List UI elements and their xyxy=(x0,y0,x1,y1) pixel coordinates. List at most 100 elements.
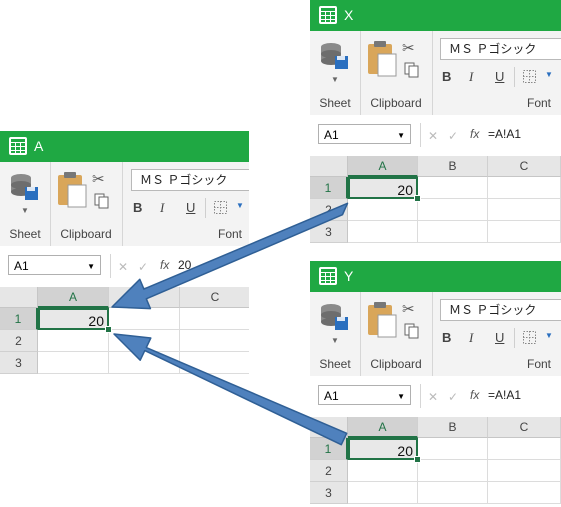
paste-icon[interactable] xyxy=(366,40,398,80)
enter-icon[interactable]: ✓ xyxy=(448,390,458,404)
insert-function-icon[interactable]: fx xyxy=(160,258,169,272)
chevron-down-icon[interactable]: ▼ xyxy=(331,336,339,345)
column-header-a[interactable]: A xyxy=(348,156,418,177)
cell-b2[interactable] xyxy=(109,330,180,352)
font-name-box[interactable]: ＭＳ Ｐゴシック xyxy=(440,299,561,321)
cell-c2[interactable] xyxy=(488,460,561,482)
row-header-3[interactable]: 3 xyxy=(310,482,348,504)
cell-c2[interactable] xyxy=(180,330,249,352)
cell-a1[interactable]: 20 xyxy=(348,438,418,460)
row-header-3[interactable]: 3 xyxy=(310,221,348,243)
underline-button[interactable]: U xyxy=(495,330,504,345)
borders-dropdown-icon[interactable]: ▼ xyxy=(545,331,553,340)
scissors-icon[interactable]: ✂ xyxy=(402,39,415,57)
cell-c1[interactable] xyxy=(488,438,561,460)
chevron-down-icon[interactable]: ▼ xyxy=(87,257,95,277)
insert-function-icon[interactable]: fx xyxy=(470,127,479,141)
cell-c3[interactable] xyxy=(488,482,561,504)
copy-icon[interactable] xyxy=(94,193,110,209)
row-header-2[interactable]: 2 xyxy=(0,330,38,352)
column-header-a[interactable]: A xyxy=(38,287,109,308)
cancel-icon[interactable]: ✕ xyxy=(428,390,438,404)
chevron-down-icon[interactable]: ▼ xyxy=(397,126,405,146)
cell-b3[interactable] xyxy=(418,221,488,243)
enter-icon[interactable]: ✓ xyxy=(448,129,458,143)
font-name-box[interactable]: ＭＳ Ｐゴシック xyxy=(440,38,561,60)
cell-a1[interactable]: 20 xyxy=(38,308,109,330)
cell-c3[interactable] xyxy=(180,352,249,374)
cell-c1[interactable] xyxy=(488,177,561,199)
borders-dropdown-icon[interactable]: ▼ xyxy=(545,70,553,79)
bold-button[interactable]: B xyxy=(133,200,142,215)
name-box[interactable]: A1 ▼ xyxy=(8,255,101,275)
fill-handle[interactable] xyxy=(105,326,112,333)
chevron-down-icon[interactable]: ▼ xyxy=(397,387,405,407)
cell-b1[interactable] xyxy=(418,177,488,199)
row-header-3[interactable]: 3 xyxy=(0,352,38,374)
italic-button[interactable]: I xyxy=(160,200,164,216)
paste-icon[interactable] xyxy=(56,171,88,211)
select-all-corner[interactable] xyxy=(310,417,348,438)
borders-icon[interactable] xyxy=(214,201,227,214)
row-header-1[interactable]: 1 xyxy=(0,308,38,330)
borders-icon[interactable] xyxy=(523,70,536,83)
column-header-b[interactable]: B xyxy=(418,417,488,438)
formula-input[interactable]: =A!A1 xyxy=(488,388,521,402)
chevron-down-icon[interactable]: ▼ xyxy=(331,75,339,84)
formula-input[interactable]: 20 xyxy=(178,258,191,272)
paste-icon[interactable] xyxy=(366,301,398,341)
cell-b3[interactable] xyxy=(109,352,180,374)
fill-handle[interactable] xyxy=(414,195,421,202)
row-header-2[interactable]: 2 xyxy=(310,199,348,221)
cell-c2[interactable] xyxy=(488,199,561,221)
row-header-1[interactable]: 1 xyxy=(310,177,348,199)
column-header-b[interactable]: B xyxy=(418,156,488,177)
column-header-b[interactable]: B xyxy=(109,287,180,308)
cancel-icon[interactable]: ✕ xyxy=(118,260,128,274)
underline-button[interactable]: U xyxy=(495,69,504,84)
copy-icon[interactable] xyxy=(404,323,420,339)
sheet-group[interactable]: ▼ Sheet xyxy=(310,292,361,376)
copy-icon[interactable] xyxy=(404,62,420,78)
cell-a2[interactable] xyxy=(348,199,418,221)
cell-b1[interactable] xyxy=(109,308,180,330)
sheet-group[interactable]: ▼ Sheet xyxy=(0,162,51,246)
select-all-corner[interactable] xyxy=(0,287,38,308)
bold-button[interactable]: B xyxy=(442,69,451,84)
cell-b1[interactable] xyxy=(418,438,488,460)
cell-b2[interactable] xyxy=(418,199,488,221)
borders-dropdown-icon[interactable]: ▼ xyxy=(236,201,244,210)
row-header-2[interactable]: 2 xyxy=(310,460,348,482)
column-header-c[interactable]: C xyxy=(488,417,561,438)
formula-input[interactable]: =A!A1 xyxy=(488,127,521,141)
cell-a3[interactable] xyxy=(348,482,418,504)
select-all-corner[interactable] xyxy=(310,156,348,177)
fill-handle[interactable] xyxy=(414,456,421,463)
name-box[interactable]: A1 ▼ xyxy=(318,124,411,144)
cell-a2[interactable] xyxy=(38,330,109,352)
row-header-1[interactable]: 1 xyxy=(310,438,348,460)
cell-b3[interactable] xyxy=(418,482,488,504)
sheet-group[interactable]: ▼ Sheet xyxy=(310,31,361,115)
chevron-down-icon[interactable]: ▼ xyxy=(21,206,29,215)
cell-a2[interactable] xyxy=(348,460,418,482)
cell-c3[interactable] xyxy=(488,221,561,243)
borders-icon[interactable] xyxy=(523,331,536,344)
underline-button[interactable]: U xyxy=(186,200,195,215)
scissors-icon[interactable]: ✂ xyxy=(402,300,415,318)
column-header-c[interactable]: C xyxy=(488,156,561,177)
cancel-icon[interactable]: ✕ xyxy=(428,129,438,143)
cell-c1[interactable] xyxy=(180,308,249,330)
enter-icon[interactable]: ✓ xyxy=(138,260,148,274)
insert-function-icon[interactable]: fx xyxy=(470,388,479,402)
column-header-a[interactable]: A xyxy=(348,417,418,438)
font-name-box[interactable]: ＭＳ Ｐゴシック xyxy=(131,169,249,191)
italic-button[interactable]: I xyxy=(469,69,473,85)
name-box[interactable]: A1 ▼ xyxy=(318,385,411,405)
italic-button[interactable]: I xyxy=(469,330,473,346)
cell-a3[interactable] xyxy=(348,221,418,243)
cell-a1[interactable]: 20 xyxy=(348,177,418,199)
bold-button[interactable]: B xyxy=(442,330,451,345)
column-header-c[interactable]: C xyxy=(180,287,249,308)
cell-b2[interactable] xyxy=(418,460,488,482)
